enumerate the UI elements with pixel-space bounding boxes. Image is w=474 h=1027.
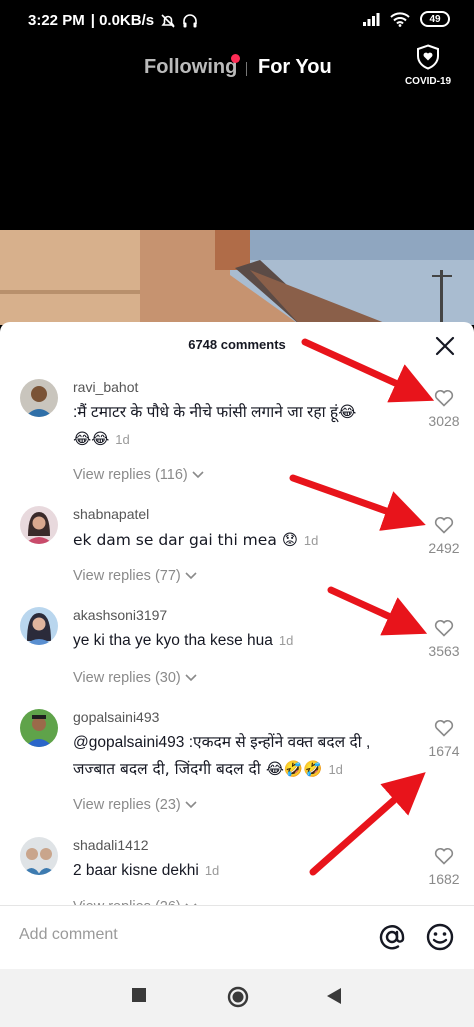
battery-level: 49	[429, 13, 441, 25]
comment-time: 1d	[328, 762, 343, 777]
view-replies-label: View replies (116)	[73, 467, 188, 483]
comment-body: :मैं टमाटर के पौधे के नीचे फांसी लगाने ज…	[73, 404, 357, 421]
add-comment-input[interactable]: Add comment	[19, 926, 118, 944]
comment-text: :मैं टमाटर के पौधे के नीचे फांसी लगाने ज…	[73, 400, 413, 453]
status-time: 3:22 PM	[28, 12, 85, 29]
comment-username[interactable]: shadali1412	[73, 837, 149, 853]
chevron-down-icon	[185, 801, 197, 809]
recent-apps-icon[interactable]	[131, 987, 147, 1003]
status-bar: 3:22 PM | 0.0KB/s 49	[0, 0, 474, 42]
close-icon[interactable]	[434, 335, 456, 357]
tiktok-screen: 3:22 PM | 0.0KB/s 49 Following For You C…	[0, 0, 474, 1027]
comment-body-continued: जज्बात बदल दी, जिंदगी बदल दी 😂🤣🤣	[73, 760, 323, 778]
like-count: 2492	[428, 540, 460, 556]
heart-icon	[434, 619, 454, 637]
heart-icon	[434, 389, 454, 407]
signal-icon	[363, 13, 380, 26]
comment-username[interactable]: ravi_bahot	[73, 379, 138, 395]
comment-body: ye ki tha ye kyo tha kese hua	[73, 632, 273, 649]
tab-divider	[246, 62, 247, 76]
comment-time: 1d	[303, 533, 319, 548]
avatar[interactable]	[20, 607, 58, 645]
heart-icon	[434, 847, 454, 865]
avatar[interactable]	[20, 379, 58, 417]
avatar[interactable]	[20, 709, 58, 747]
tab-for-you[interactable]: For You	[258, 56, 332, 79]
comment-username[interactable]: akashsoni3197	[73, 607, 167, 623]
status-network-speed: | 0.0KB/s	[90, 12, 155, 29]
shield-heart-icon	[417, 44, 439, 70]
headphones-icon	[183, 13, 197, 27]
comment-text: 2 baar kisne dekhi 1d	[73, 858, 413, 884]
like-button[interactable]: 1674	[424, 719, 464, 759]
battery-icon: 49	[420, 11, 450, 27]
like-count: 1674	[428, 743, 460, 759]
view-replies-button[interactable]: View replies (23)	[73, 797, 197, 813]
comment-time: 1d	[115, 432, 130, 447]
comment-text: ek dam se dar gai thi mea 😟 1d	[73, 527, 413, 554]
feed-tabs: Following For You COVID-19	[0, 44, 474, 88]
emoji-icon[interactable]	[425, 922, 455, 952]
avatar[interactable]	[20, 837, 58, 875]
comment-time: 1d	[204, 863, 220, 878]
comment-body: 2 baar kisne dekhi	[73, 862, 199, 879]
comment-body-continued: 😂😂	[73, 430, 110, 448]
like-button[interactable]: 1682	[424, 847, 464, 887]
chevron-down-icon	[192, 471, 204, 479]
comment-input-bar: Add comment	[0, 905, 474, 969]
covid-label: COVID-19	[404, 76, 452, 87]
comments-count-title: 6748 comments	[188, 337, 286, 352]
video-frame-image	[0, 230, 474, 325]
mention-icon[interactable]	[377, 922, 407, 952]
tab-following[interactable]: Following	[144, 56, 237, 79]
comment-time: 1d	[278, 633, 294, 648]
home-icon[interactable]	[227, 986, 249, 1008]
like-count: 1682	[428, 871, 460, 887]
like-count: 3028	[428, 413, 460, 429]
like-button[interactable]: 2492	[424, 516, 464, 556]
back-icon[interactable]	[326, 987, 342, 1005]
view-replies-label: View replies (23)	[73, 797, 181, 813]
view-replies-button[interactable]: View replies (30)	[73, 670, 197, 686]
chevron-down-icon	[185, 674, 197, 682]
comment-text: @gopalsaini493 :एकदम से इन्होंने वक्त बद…	[73, 730, 423, 783]
alarm-off-icon	[161, 13, 175, 28]
comment-body: @gopalsaini493 :एकदम से इन्होंने वक्त बद…	[73, 734, 371, 751]
view-replies-label: View replies (77)	[73, 568, 181, 584]
avatar[interactable]	[20, 506, 58, 544]
new-content-dot	[231, 54, 240, 63]
comment-username[interactable]: gopalsaini493	[73, 709, 159, 725]
covid-button[interactable]: COVID-19	[398, 44, 458, 87]
video-preview[interactable]	[0, 230, 474, 325]
view-replies-label: View replies (30)	[73, 670, 181, 686]
chevron-down-icon	[185, 572, 197, 580]
like-button[interactable]: 3563	[424, 619, 464, 659]
system-nav-bar	[0, 969, 474, 1027]
view-replies-button[interactable]: View replies (77)	[73, 568, 197, 584]
heart-icon	[434, 516, 454, 534]
heart-icon	[434, 719, 454, 737]
wifi-icon	[390, 11, 410, 27]
view-replies-button[interactable]: View replies (116)	[73, 467, 204, 483]
comment-username[interactable]: shabnapatel	[73, 506, 149, 522]
comment-text: ye ki tha ye kyo tha kese hua 1d	[73, 628, 413, 654]
like-button[interactable]: 3028	[424, 389, 464, 429]
comment-body: ek dam se dar gai thi mea 😟	[73, 531, 298, 549]
like-count: 3563	[428, 643, 460, 659]
